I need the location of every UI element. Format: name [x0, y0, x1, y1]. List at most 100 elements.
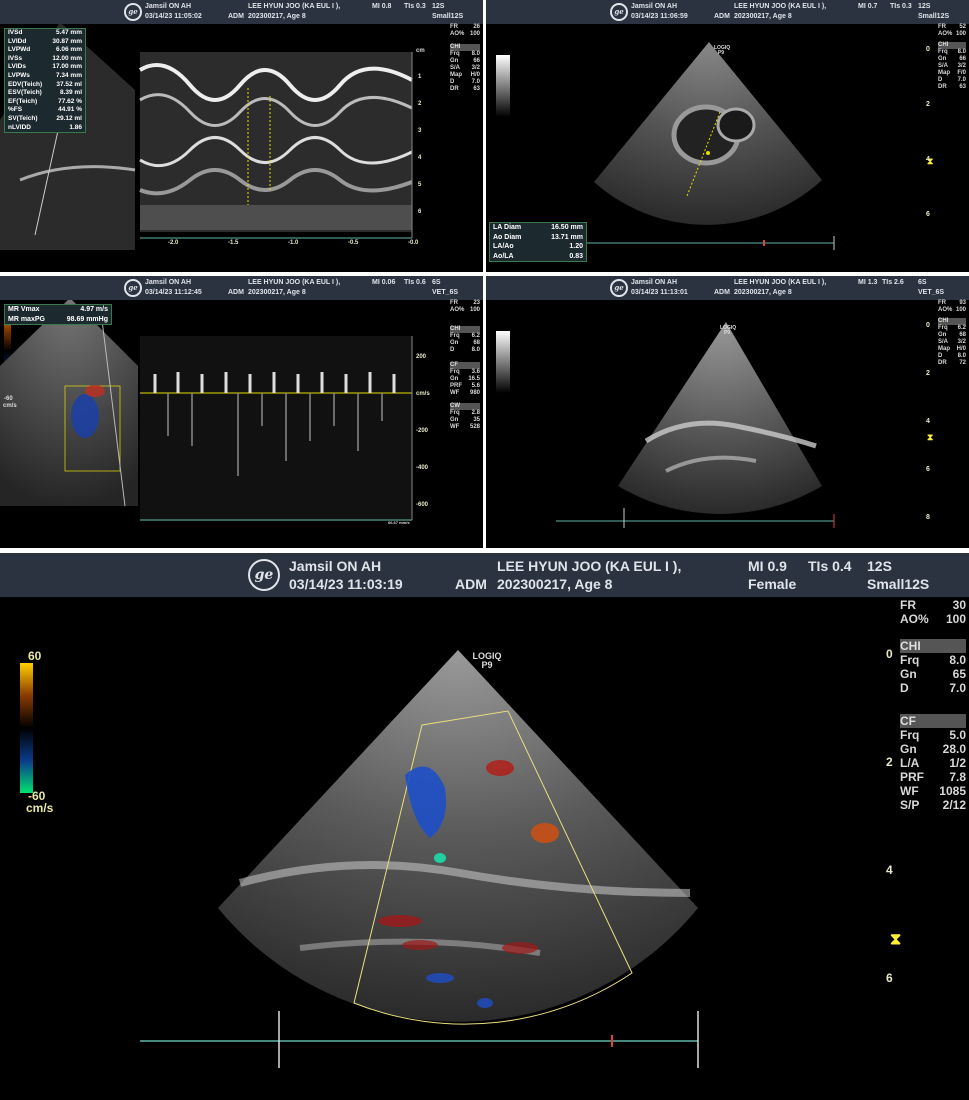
chi-section-title: CHI [900, 639, 966, 653]
tick-label: 0 [926, 322, 930, 329]
param-row: S/A 3/2 [938, 63, 966, 70]
logiq-logo-text: LOGIQ P9 [714, 45, 731, 56]
param-row: D 7.0 [938, 77, 966, 84]
param-row: LVIDd 30.87 mm [5, 38, 85, 47]
param-value: 8.0 [957, 49, 966, 55]
param-value: 3/2 [957, 63, 966, 69]
chi-section-title: CHI [938, 42, 966, 49]
tick-label: -1.0 [288, 240, 299, 246]
param-row: PRF 5.6 [450, 383, 480, 390]
param-label: PRF [450, 383, 462, 389]
param-row: AO% 100 [938, 307, 966, 314]
param-label: EDV(Teich) [8, 80, 43, 88]
param-value: 100 [945, 612, 966, 626]
side-params: FR 23 AO% 100 CHI Frq 6.2 Gn 68 D 8.0 CF Frq 3.6 G… [450, 300, 480, 431]
param-label: nLVIDD [8, 123, 31, 131]
tick-label: 2 [886, 755, 893, 769]
param-value: 8.0 [471, 347, 480, 353]
param-value: 8.0 [957, 353, 966, 359]
cf-section-title: CF [450, 362, 480, 369]
param-row: Gn 28.0 [900, 742, 966, 756]
patient-name: LEE HYUN JOO (KA EUL I ), [734, 279, 827, 286]
param-label: %FS [8, 106, 23, 114]
param-value: 3/2 [957, 339, 966, 345]
tick-label: -400 [416, 465, 429, 471]
param-label: IVSd [8, 29, 23, 36]
param-label: MR maxPG [8, 315, 45, 323]
ge-logo: ge [124, 3, 142, 21]
param-label: Gn [900, 742, 917, 756]
param-value: 3/2 [471, 65, 480, 71]
param-value: 5.0 [949, 728, 966, 742]
preset-name: Small12S [918, 13, 950, 20]
param-value: 98.69 mmHg [66, 315, 108, 323]
param-label: Frq [450, 333, 460, 339]
side-params: FR 26 AO% 100 CHI Frq 8.0 Gn 66 S/A 3/2 Map H/0 D 7.… [450, 24, 480, 93]
param-row: L/A 1/2 [900, 756, 966, 770]
tick-label: 0 [926, 46, 930, 53]
long-axis-image [496, 322, 835, 528]
tick-label: -0.0 [408, 240, 419, 246]
tick-label: 0 [886, 647, 893, 661]
param-row: Gn 68 [450, 340, 480, 347]
tick-label: 2 [418, 101, 422, 107]
param-label: D [900, 681, 909, 695]
exam-datetime: 03/14/23 11:06:59 [631, 13, 688, 20]
param-value: 6.2 [957, 325, 966, 331]
param-value: 6.06 mm [55, 46, 82, 54]
focus-marker-icon: ⧗ [927, 432, 934, 442]
measurement-box: IVSd 5.47 mm LVIDd 30.87 mm LVPWd 6.06 mm IVSs… [4, 28, 86, 134]
cw-section-title: CW [450, 403, 480, 410]
param-row: WF 1085 [900, 784, 966, 798]
param-row: Frq 8.0 [450, 51, 480, 58]
adm-label: ADM [228, 13, 244, 20]
param-row: AO% 100 [938, 31, 966, 38]
tick-label: 3 [418, 128, 422, 134]
param-label: IVSs [8, 54, 23, 62]
param-value: 66 [473, 58, 480, 64]
adm-label: ADM [714, 13, 730, 20]
focus-marker-icon: ⧗ [890, 931, 902, 948]
patient-name: LEE HYUN JOO (KA EUL I ), [734, 3, 827, 10]
param-value: 28.0 [942, 742, 966, 756]
param-label: Frq [938, 325, 948, 331]
param-row: AO% 100 [450, 31, 480, 38]
param-row: SV(Teich) 29.12 ml [5, 115, 85, 124]
param-value: 1/2 [949, 756, 966, 770]
param-value: 7.0 [957, 77, 966, 83]
tick-label: -600 [416, 502, 429, 508]
gray-scale-bar [496, 55, 510, 117]
ge-logo: ge [610, 3, 628, 21]
panel-2d-long-axis: ge Jamsil ON AH 03/14/23 11:13:01 ADM LE… [486, 276, 969, 548]
param-row: Map H/0 [450, 72, 480, 79]
preset-name: VET_6S [432, 289, 459, 296]
mi-value: MI 1.3 [858, 279, 878, 286]
param-label: Frq [900, 728, 920, 742]
param-label: PRF [900, 770, 924, 784]
param-label: AO% [938, 307, 953, 313]
param-value: 4.97 m/s [80, 306, 108, 313]
param-row: Map F/0 [938, 70, 966, 77]
param-value: 1.86 [69, 123, 82, 131]
depth-unit: cm [416, 48, 425, 54]
param-label: Map [938, 346, 950, 352]
color-doppler-image [20, 650, 699, 1068]
param-label: AO% [450, 31, 465, 37]
param-value: F/0 [957, 70, 966, 76]
param-label: LVIDs [8, 63, 26, 71]
tick-label: 5 [418, 182, 422, 188]
param-value: 37.52 ml [56, 80, 82, 88]
site-name: Jamsil ON AH [631, 279, 678, 286]
param-label: FR [938, 300, 946, 306]
param-label: FR [900, 598, 916, 612]
param-value: 8.0 [949, 653, 966, 667]
probe-name: 12S [918, 3, 931, 10]
tick-label: 6 [926, 466, 930, 473]
param-row: IVSd 5.47 mm [5, 29, 85, 38]
param-value: 528 [469, 424, 480, 430]
measurement-box: MR Vmax 4.97 m/s MR maxPG 98.69 mmHg [4, 304, 112, 325]
panel-la-ao: ge Jamsil ON AH 03/14/23 11:06:59 ADM LE… [486, 0, 969, 272]
gray-scale-bar [496, 331, 510, 393]
param-label: S/A [938, 339, 949, 345]
panel-m-mode: ge Jamsil ON AH 03/14/23 11:05:02 ADM LE… [0, 0, 483, 272]
